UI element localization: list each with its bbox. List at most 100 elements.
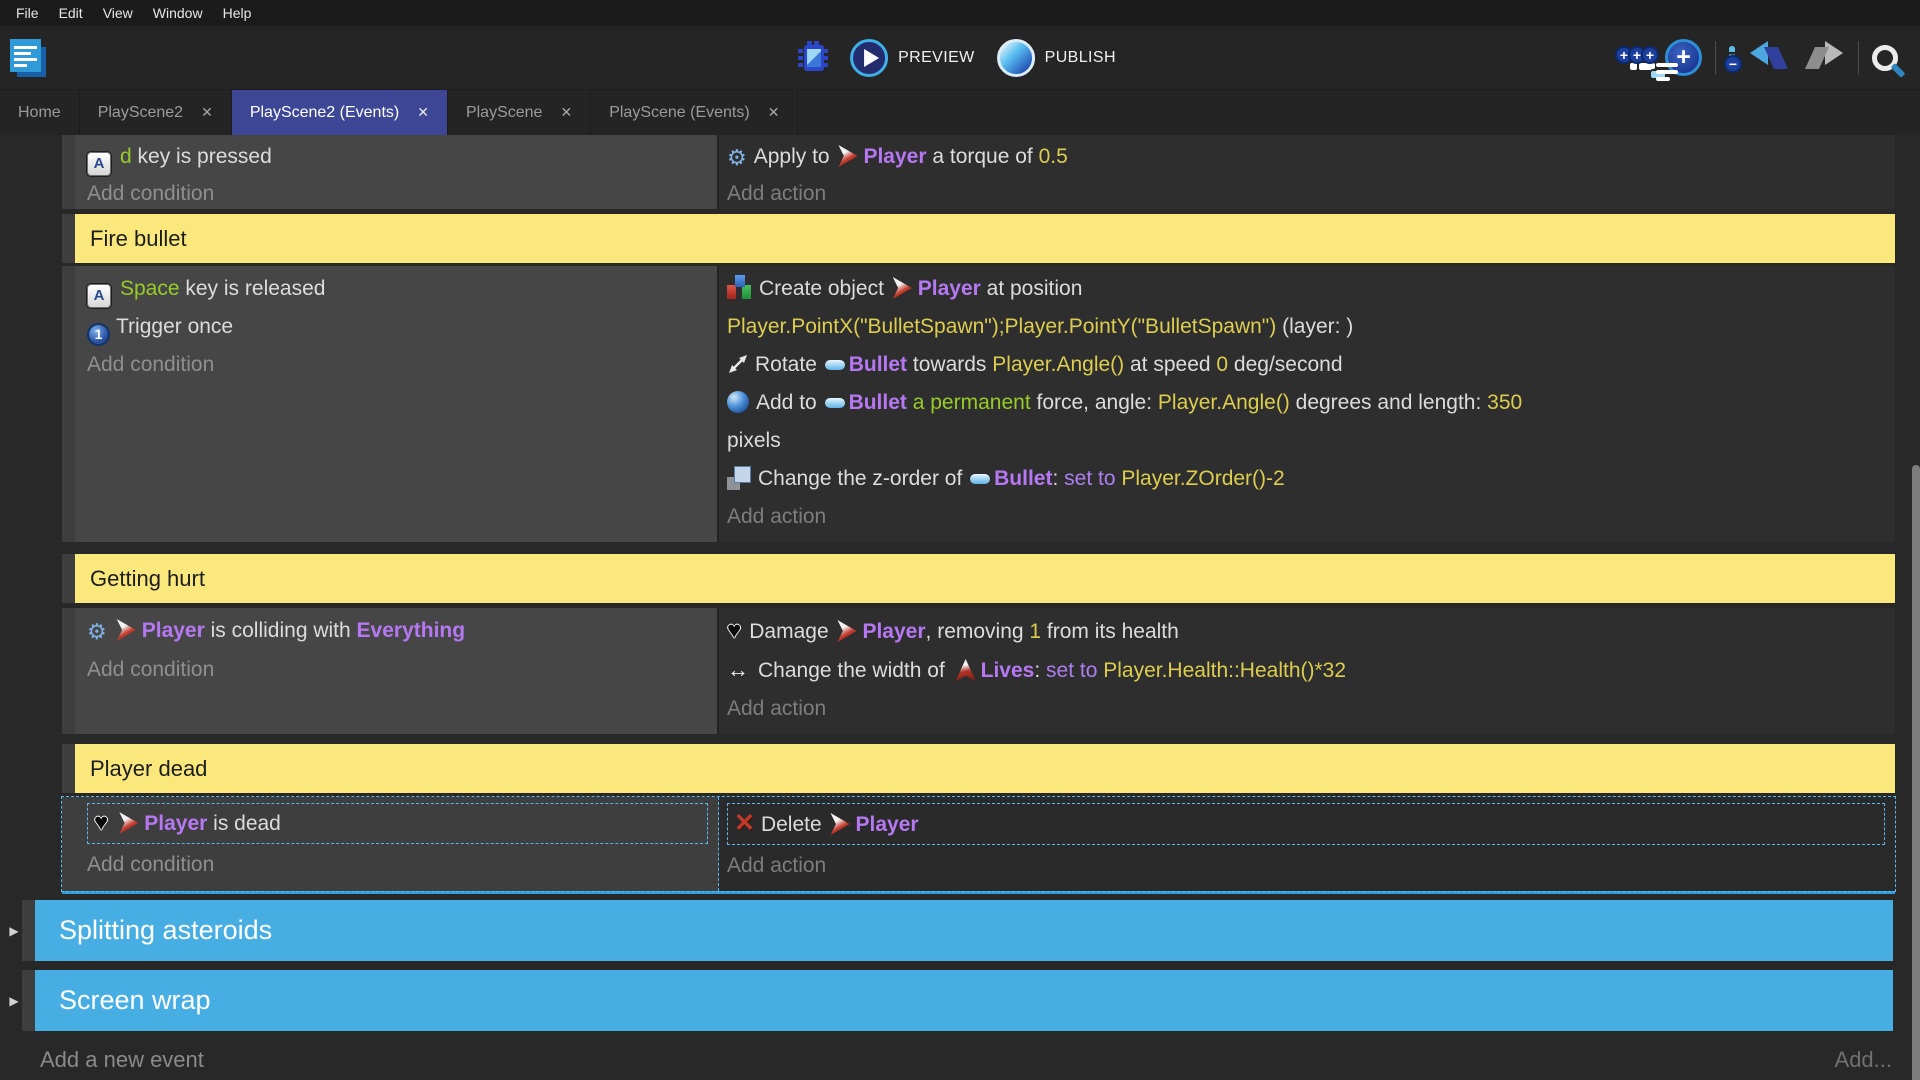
- add-condition-button[interactable]: Add condition: [87, 651, 717, 689]
- conditions-cell[interactable]: ♥Player is dead Add condition: [75, 797, 719, 891]
- add-condition-button[interactable]: Add condition: [87, 346, 717, 384]
- gdevelop-logo-icon[interactable]: [10, 39, 46, 77]
- player-object-icon: [837, 145, 857, 167]
- group-title: Screen wrap: [59, 985, 211, 1016]
- tab-playscene2[interactable]: PlayScene2 ✕: [80, 90, 232, 135]
- menu-edit[interactable]: Edit: [49, 5, 93, 21]
- tab-label: PlayScene2: [98, 104, 183, 122]
- player-object-icon: [836, 620, 856, 642]
- actions-cell[interactable]: ♥Damage Player, removing 1 from its heal…: [719, 608, 1895, 734]
- event-gutter: [62, 797, 75, 891]
- add-action-button[interactable]: Add action: [727, 498, 1895, 536]
- conditions-cell[interactable]: ⚙Player is colliding with Everything Add…: [75, 608, 719, 734]
- player-object-icon: [892, 277, 912, 299]
- add-more-footer-button[interactable]: Add...: [1835, 1047, 1892, 1073]
- tab-playscene2-events[interactable]: PlayScene2 (Events) ✕: [232, 90, 448, 135]
- action-sentence[interactable]: ♥Damage Player, removing 1 from its heal…: [727, 612, 1895, 651]
- logo-front-square: [10, 39, 41, 72]
- condition-sentence[interactable]: 1Trigger once: [87, 308, 717, 346]
- keyboard-icon: A: [87, 152, 111, 176]
- comment-fire-bullet[interactable]: Fire bullet: [62, 214, 1895, 263]
- comment-getting-hurt[interactable]: Getting hurt: [62, 554, 1895, 603]
- condition-sentence-selected[interactable]: ♥Player is dead: [87, 803, 708, 844]
- selection-underline: [62, 891, 1895, 894]
- undo-button[interactable]: [1748, 39, 1790, 76]
- actions-cell[interactable]: Create object Player at position Player.…: [719, 266, 1895, 542]
- group-collapse-arrow-icon[interactable]: ▶: [6, 900, 22, 961]
- tab-playscene-events[interactable]: PlayScene (Events) ✕: [591, 90, 798, 135]
- tab-playscene[interactable]: PlayScene ✕: [448, 90, 591, 135]
- action-sentence-selected[interactable]: ✕Delete Player: [727, 803, 1885, 845]
- menu-file[interactable]: File: [6, 5, 49, 21]
- heart-icon: ♥: [94, 809, 108, 836]
- event-gutter: [62, 554, 75, 603]
- player-object-icon: [830, 813, 850, 835]
- close-icon[interactable]: ✕: [417, 104, 429, 121]
- comment-text: Fire bullet: [90, 226, 187, 252]
- menu-window[interactable]: Window: [143, 5, 213, 21]
- add-action-button[interactable]: Add action: [727, 847, 1895, 885]
- event-gutter: [22, 970, 35, 1031]
- action-sentence[interactable]: Add to Bullet a permanent force, angle: …: [727, 384, 1895, 460]
- preview-button[interactable]: PREVIEW: [850, 39, 975, 77]
- menu-view[interactable]: View: [93, 5, 143, 21]
- bullet-object-icon: [970, 474, 990, 484]
- publish-label: PUBLISH: [1045, 49, 1116, 67]
- events-sheet: Ad key is pressed Add condition ⚙Apply t…: [0, 135, 1920, 1080]
- action-sentence[interactable]: ⚙Apply to Player a torque of 0.5: [727, 139, 1895, 176]
- toolbar: PREVIEW PUBLISH + + + + −: [0, 26, 1920, 90]
- event-gutter: [62, 135, 75, 209]
- add-condition-button[interactable]: Add condition: [87, 176, 717, 209]
- conditions-cell[interactable]: ASpace key is released 1Trigger once Add…: [75, 266, 719, 542]
- tab-label: PlayScene (Events): [609, 104, 750, 122]
- close-icon[interactable]: ✕: [768, 104, 780, 121]
- event-gutter: [62, 608, 75, 734]
- add-condition-button[interactable]: Add condition: [87, 846, 718, 884]
- plus-badge-icon: +: [1641, 46, 1659, 64]
- condition-sentence[interactable]: ASpace key is released: [87, 270, 717, 308]
- preview-play-icon: [850, 39, 888, 77]
- player-object-icon: [116, 619, 136, 641]
- add-new-event-button[interactable]: Add a new event: [40, 1047, 204, 1073]
- actions-cell[interactable]: ⚙Apply to Player a torque of 0.5 Add act…: [719, 135, 1895, 209]
- event-gutter: [62, 744, 75, 793]
- add-action-button[interactable]: Add action: [727, 176, 1895, 209]
- heart-icon: ♥: [727, 617, 741, 644]
- lives-object-icon: [956, 659, 976, 681]
- add-action-button[interactable]: Add action: [727, 690, 1895, 728]
- action-sentence[interactable]: ↔Change the width of Lives: set to Playe…: [727, 651, 1895, 690]
- event-gutter: [62, 214, 75, 263]
- tab-home[interactable]: Home: [0, 90, 80, 135]
- comment-player-dead[interactable]: Player dead: [62, 744, 1895, 793]
- debugger-icon[interactable]: [804, 45, 824, 71]
- search-icon[interactable]: [1872, 45, 1898, 71]
- redo-button[interactable]: [1803, 39, 1845, 76]
- action-sentence[interactable]: Rotate Bullet towards Player.Angle() at …: [727, 346, 1895, 384]
- condition-sentence[interactable]: ⚙Player is colliding with Everything: [87, 612, 717, 651]
- action-sentence[interactable]: Create object Player at position Player.…: [727, 270, 1895, 346]
- preview-label: PREVIEW: [898, 49, 975, 67]
- menu-help[interactable]: Help: [213, 5, 262, 21]
- action-sentence[interactable]: Change the z-order of Bullet: set to Pla…: [727, 460, 1895, 498]
- close-icon[interactable]: ✕: [560, 104, 572, 121]
- delete-cross-icon: ✕: [734, 809, 755, 837]
- event-group-splitting-asteroids[interactable]: ▶ Splitting asteroids: [6, 900, 1893, 961]
- tab-label: PlayScene: [466, 104, 543, 122]
- zorder-icon: [727, 465, 752, 490]
- create-object-icon: [727, 275, 752, 300]
- bullet-object-icon: [825, 360, 845, 370]
- event-gutter: [62, 266, 75, 542]
- publish-button[interactable]: PUBLISH: [997, 39, 1116, 77]
- condition-sentence[interactable]: Ad key is pressed: [87, 139, 717, 176]
- actions-cell[interactable]: ✕Delete Player Add action: [719, 797, 1895, 891]
- sheet-footer: Add a new event Add...: [0, 1031, 1920, 1073]
- group-collapse-arrow-icon[interactable]: ▶: [6, 970, 22, 1031]
- toolbar-separator: [1715, 41, 1716, 75]
- conditions-cell[interactable]: Ad key is pressed Add condition: [75, 135, 719, 209]
- trigger-once-icon: 1: [87, 323, 110, 346]
- vertical-scrollbar[interactable]: [1912, 465, 1920, 1080]
- minus-badge-icon: −: [1724, 55, 1742, 73]
- delete-selection-button[interactable]: −: [1729, 49, 1735, 67]
- event-group-screen-wrap[interactable]: ▶ Screen wrap: [6, 970, 1893, 1031]
- close-icon[interactable]: ✕: [201, 104, 213, 121]
